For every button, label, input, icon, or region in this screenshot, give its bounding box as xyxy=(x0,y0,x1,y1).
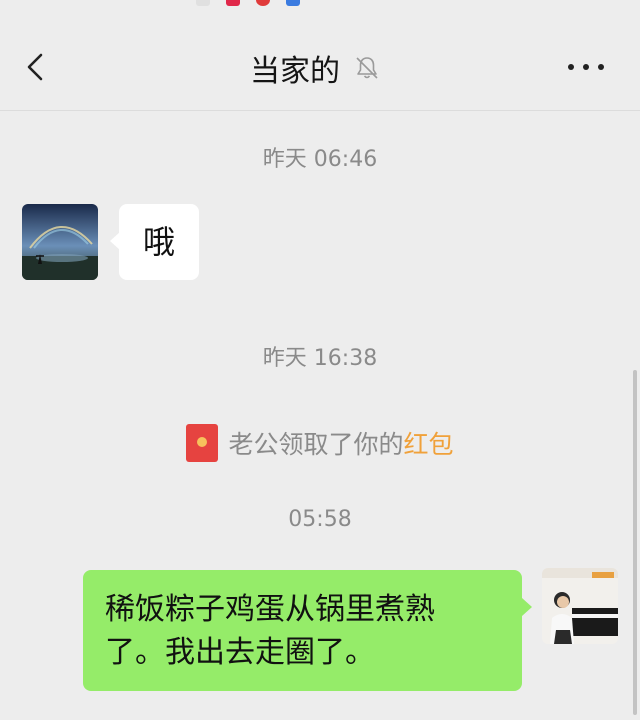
system-message-red-packet: 老公领取了你的红包 xyxy=(0,424,640,462)
bell-off-icon xyxy=(356,57,378,79)
message-text-line: 了。我出去走圈了。 xyxy=(105,635,375,670)
message-text-line: 稀饭粽子鸡蛋从锅里煮熟 xyxy=(105,592,435,627)
message-timestamp: 05:58 xyxy=(288,507,352,532)
red-packet-icon xyxy=(186,424,219,462)
status-bar xyxy=(0,0,640,14)
chat-title-group: 当家的 xyxy=(250,46,380,90)
contact-avatar[interactable] xyxy=(22,204,98,280)
avatar-image xyxy=(22,204,98,280)
chat-title: 当家的 xyxy=(250,54,340,89)
more-horizontal-icon[interactable] xyxy=(566,62,606,72)
app-notification-icon xyxy=(196,0,210,6)
app-notification-icon xyxy=(226,0,240,6)
system-message-text: 老公领取了你的 xyxy=(228,430,404,459)
red-packet-link[interactable]: 红包 xyxy=(404,430,454,459)
bubble-tail xyxy=(522,598,532,616)
message-timestamp: 昨天 16:38 xyxy=(262,346,378,371)
my-avatar[interactable] xyxy=(542,568,618,644)
header-divider xyxy=(0,110,640,111)
incoming-message-bubble[interactable]: 哦 xyxy=(119,204,199,280)
app-notification-icon xyxy=(256,0,270,6)
scrollbar[interactable] xyxy=(633,370,637,715)
chat-header: 当家的 xyxy=(0,14,640,110)
chevron-left-icon[interactable] xyxy=(22,52,52,82)
outgoing-message-bubble[interactable]: 稀饭粽子鸡蛋从锅里煮熟 了。我出去走圈了。 xyxy=(83,570,522,691)
message-timestamp: 昨天 06:46 xyxy=(262,147,378,172)
avatar-image xyxy=(542,568,618,644)
app-notification-icon xyxy=(286,0,300,6)
message-text: 哦 xyxy=(142,223,175,261)
